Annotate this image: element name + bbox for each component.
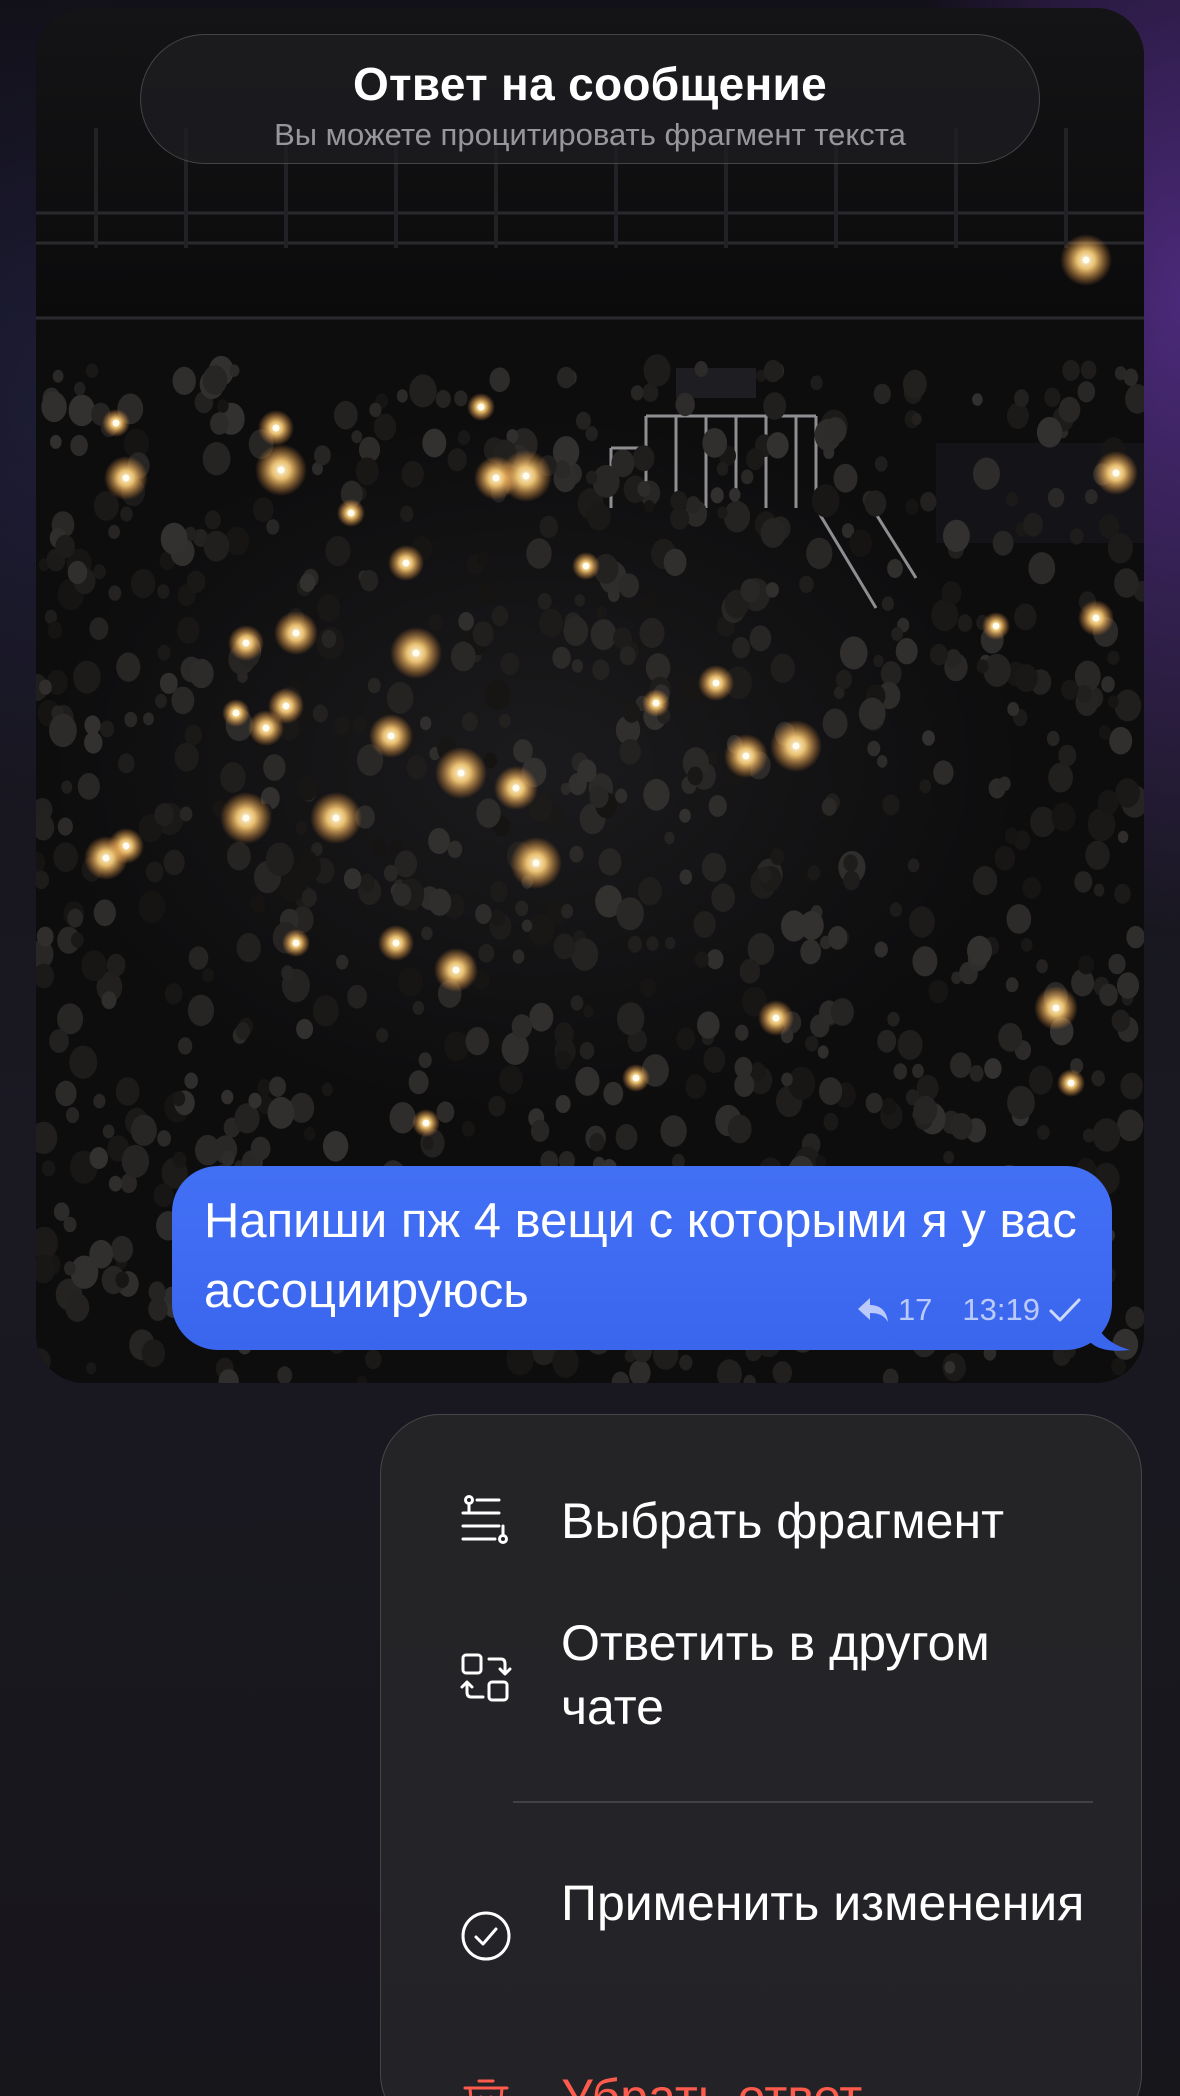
- message-time: 13:19: [962, 1292, 1040, 1327]
- menu-label-select-fragment: Выбрать фрагмент: [561, 1493, 1004, 1549]
- header-subtitle: Вы можете процитировать фрагмент текста: [274, 117, 906, 152]
- trash-icon: [463, 2079, 509, 2096]
- message-bubble[interactable]: Напиши пж 4 вещи с которыми я у вас ассо…: [172, 1166, 1112, 1350]
- menu-item-remove-reply[interactable]: Убрать ответ: [381, 2065, 1141, 2096]
- menu-item-apply-changes[interactable]: Применить изменения: [381, 1867, 1141, 2007]
- reply-header: Ответ на сообщение Вы можете процитирова…: [140, 34, 1040, 164]
- select-fragment-icon: [461, 1495, 508, 1544]
- reply-options-screen: Ответ на сообщение Вы можете процитирова…: [0, 0, 1180, 2096]
- check-circle-icon: [461, 1911, 511, 1961]
- header-title: Ответ на сообщение: [352, 58, 828, 110]
- reply-other-chat-icon: [460, 1653, 512, 1702]
- context-menu: Выбрать фрагмент Ответить в другом чате: [380, 1414, 1142, 2096]
- check-icon: [1049, 1298, 1081, 1322]
- menu-label-remove-reply: Убрать ответ: [561, 2065, 1101, 2096]
- reply-arrow-icon: [857, 1298, 888, 1322]
- menu-item-reply-other-chat[interactable]: Ответить в другом чате: [381, 1607, 1141, 1747]
- menu-label-apply-changes: Применить изменения: [561, 1875, 1085, 1931]
- reply-count: 17: [897, 1292, 933, 1327]
- menu-divider: [513, 1801, 1093, 1803]
- message-meta: 17 13:19: [856, 1292, 1082, 1328]
- menu-item-select-fragment[interactable]: Выбрать фрагмент: [381, 1479, 1141, 1569]
- menu-label-reply-other-chat: Ответить в другом чате: [561, 1615, 990, 1735]
